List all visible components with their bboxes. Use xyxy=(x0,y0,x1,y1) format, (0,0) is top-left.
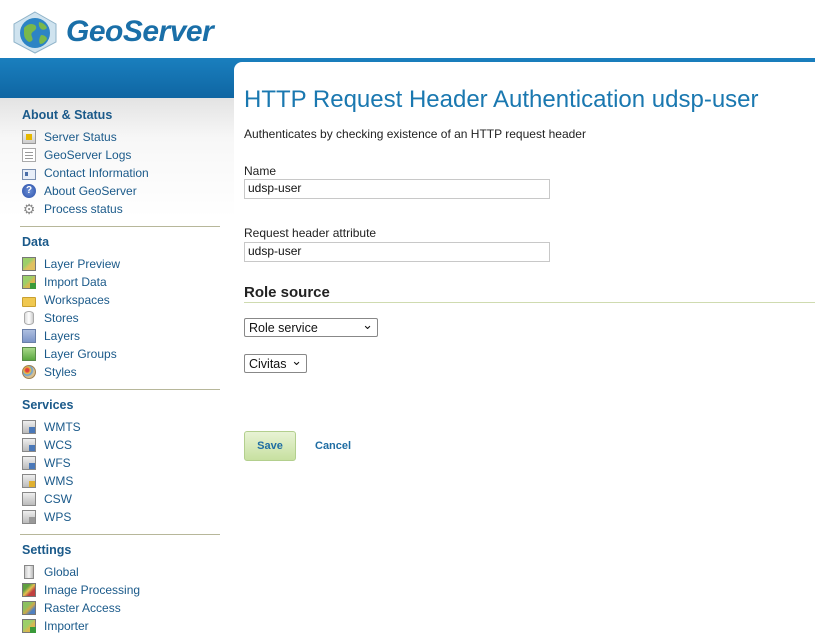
contact-card-icon xyxy=(22,168,36,180)
chevron-down-icon: ⌄ xyxy=(291,353,302,368)
sidebar-item-geoserver-logs[interactable]: GeoServer Logs xyxy=(22,146,131,164)
name-label: Name xyxy=(244,164,277,178)
sidebar-item-label: Layers xyxy=(44,329,81,343)
server-status-icon xyxy=(22,130,36,144)
folder-icon xyxy=(22,296,36,307)
sidebar-item-label: Importer xyxy=(44,619,89,633)
sidebar-item-process-status[interactable]: ⚙ Process status xyxy=(22,200,123,218)
sidebar-item-label: Global xyxy=(44,565,79,579)
sidebar-item-label: Workspaces xyxy=(44,293,110,307)
layer-group-icon xyxy=(22,347,36,361)
sidebar-divider xyxy=(20,389,220,390)
sidebar-item-wcs[interactable]: WCS xyxy=(22,436,72,454)
sidebar-item-label: WFS xyxy=(44,456,71,470)
sidebar-item-wms[interactable]: WMS xyxy=(22,472,73,490)
sidebar-item-importer[interactable]: Importer xyxy=(22,617,89,635)
globe-logo-icon xyxy=(13,11,57,54)
page-description: Authenticates by checking existence of a… xyxy=(244,127,586,141)
sidebar-item-label: WCS xyxy=(44,438,72,452)
request-header-attribute-field[interactable]: udsp-user xyxy=(244,242,550,262)
sidebar-item-wmts[interactable]: WMTS xyxy=(22,418,81,436)
sidebar-item-raster-access[interactable]: Raster Access xyxy=(22,599,121,617)
sidebar-item-layers[interactable]: Layers xyxy=(22,327,80,345)
palette-icon xyxy=(22,365,36,379)
role-source-heading: Role source xyxy=(244,284,330,301)
chevron-down-icon: ⌄ xyxy=(362,317,373,332)
database-icon xyxy=(24,311,34,325)
section-title-about-status: About & Status xyxy=(22,108,113,122)
sidebar-item-label: Server Status xyxy=(44,130,117,144)
sidebar-item-label: Process status xyxy=(44,202,123,216)
import-map-icon xyxy=(22,619,36,633)
raster-icon xyxy=(22,601,36,615)
sidebar-item-wfs[interactable]: WFS xyxy=(22,454,71,472)
cancel-link[interactable]: Cancel xyxy=(315,440,351,452)
request-header-attribute-label: Request header attribute xyxy=(244,226,377,240)
gear-icon: ⚙ xyxy=(22,201,36,217)
service-icon xyxy=(22,492,36,506)
sidebar-divider xyxy=(20,534,220,535)
info-icon: ? xyxy=(22,184,36,198)
sidebar-item-import-data[interactable]: Import Data xyxy=(22,273,107,291)
sidebar-item-label: Styles xyxy=(44,365,77,379)
sidebar-item-label: Stores xyxy=(44,311,79,325)
role-source-select-value: Role service xyxy=(249,320,318,335)
sidebar-item-image-processing[interactable]: Image Processing xyxy=(22,581,140,599)
sidebar-item-label: Layer Preview xyxy=(44,257,121,271)
service-icon xyxy=(22,474,36,488)
sidebar-item-server-status[interactable]: Server Status xyxy=(22,128,117,146)
sidebar-item-stores[interactable]: Stores xyxy=(22,309,79,327)
app-header: GeoServer xyxy=(0,0,815,62)
sidebar-item-label: Layer Groups xyxy=(44,347,117,361)
service-icon xyxy=(22,438,36,452)
role-source-divider xyxy=(244,302,815,303)
section-title-settings: Settings xyxy=(22,543,72,557)
sidebar-item-label: WMS xyxy=(44,474,74,488)
sidebar-item-about-geoserver[interactable]: ? About GeoServer xyxy=(22,182,137,200)
sidebar-item-wps[interactable]: WPS xyxy=(22,508,71,526)
map-preview-icon xyxy=(22,257,36,271)
sidebar-item-layer-preview[interactable]: Layer Preview xyxy=(22,255,120,273)
section-title-services: Services xyxy=(22,398,74,412)
main-panel: HTTP Request Header Authentication udsp-… xyxy=(234,62,815,640)
service-icon xyxy=(22,456,36,470)
role-source-select[interactable]: Role service ⌄ xyxy=(244,317,378,337)
import-map-icon xyxy=(22,275,36,289)
app-name: GeoServer xyxy=(66,15,214,48)
role-service-select[interactable]: Civitas ⌄ xyxy=(244,353,307,373)
sidebar-item-layer-groups[interactable]: Layer Groups xyxy=(22,345,117,363)
save-button[interactable]: Save xyxy=(244,431,296,461)
server-icon xyxy=(24,565,34,579)
sidebar-item-label: Raster Access xyxy=(44,601,121,615)
geoserver-logo[interactable]: GeoServer xyxy=(10,10,214,54)
page-title: HTTP Request Header Authentication udsp-… xyxy=(244,86,759,113)
sidebar-item-label: CSW xyxy=(44,492,72,506)
role-service-select-value: Civitas xyxy=(249,356,287,371)
sidebar-item-label: Import Data xyxy=(44,275,107,289)
sidebar-item-csw[interactable]: CSW xyxy=(22,490,72,508)
sidebar-item-label: Contact Information xyxy=(44,166,149,180)
logs-icon xyxy=(22,148,36,162)
service-icon xyxy=(22,510,36,524)
name-field[interactable]: udsp-user xyxy=(244,179,550,199)
sidebar-item-contact-information[interactable]: Contact Information xyxy=(22,164,149,182)
sidebar-item-styles[interactable]: Styles xyxy=(22,363,77,381)
sidebar-item-label: GeoServer Logs xyxy=(44,148,132,162)
sidebar-item-label: Image Processing xyxy=(44,583,141,597)
sidebar-item-workspaces[interactable]: Workspaces xyxy=(22,291,110,309)
sidebar-item-label: WMTS xyxy=(44,420,81,434)
service-icon xyxy=(22,420,36,434)
sidebar-item-label: About GeoServer xyxy=(44,184,137,198)
image-processing-icon xyxy=(22,583,36,597)
section-title-data: Data xyxy=(22,235,50,249)
layer-icon xyxy=(22,329,36,343)
sidebar-item-global[interactable]: Global xyxy=(22,563,79,581)
sidebar-item-label: WPS xyxy=(44,510,72,524)
sidebar-divider xyxy=(20,226,220,227)
